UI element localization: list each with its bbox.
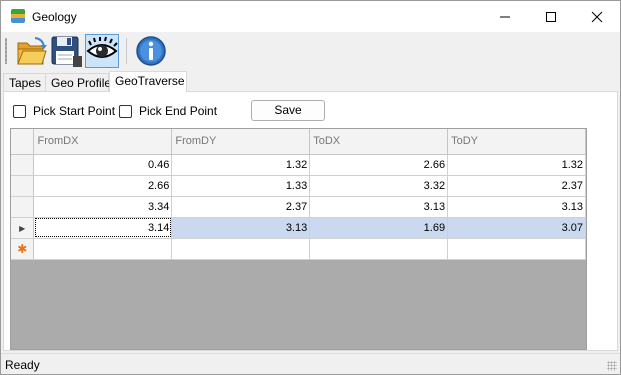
column-header-fromdx[interactable]: FromDX <box>33 129 173 155</box>
minimize-icon <box>500 16 510 18</box>
tab-tapes[interactable]: Tapes <box>3 73 46 92</box>
close-button[interactable] <box>574 1 620 32</box>
pick-end-checkbox-box[interactable] <box>119 104 132 118</box>
cell-fromdx[interactable]: 0.46 <box>33 154 173 176</box>
minimize-button[interactable] <box>482 1 528 32</box>
column-header-fromdy[interactable]: FromDY <box>171 129 311 155</box>
grid-table: FromDX FromDY ToDX ToDY 0.46 1.32 2.66 1… <box>11 129 586 260</box>
pick-start-checkbox-box[interactable] <box>13 104 26 118</box>
new-row[interactable]: ✱ <box>11 238 586 260</box>
info-icon <box>136 36 166 66</box>
cell-todx[interactable]: 1.69 <box>309 217 449 239</box>
cell-todx[interactable]: 2.66 <box>309 154 449 176</box>
toolbar <box>1 32 620 70</box>
status-text: Ready <box>5 358 40 372</box>
tab-strip: Tapes Geo Profile GeoTraverse <box>1 70 620 92</box>
cell-fromdx[interactable]: 2.66 <box>33 175 173 197</box>
cell-fromdx[interactable]: 3.14 <box>33 217 173 239</box>
cell-fromdx[interactable]: 3.34 <box>33 196 173 218</box>
window-title: Geology <box>32 10 77 24</box>
row-header-current[interactable]: ▶ <box>11 217 35 239</box>
toolbar-separator <box>126 38 127 64</box>
pick-end-point-label: Pick End Point <box>139 104 218 118</box>
new-cell-tody[interactable] <box>447 238 586 260</box>
close-icon <box>591 11 603 23</box>
info-button[interactable] <box>134 34 168 68</box>
cell-fromdy[interactable]: 2.37 <box>171 196 311 218</box>
toolbar-grip[interactable] <box>5 38 7 64</box>
geology-layers-icon <box>11 9 25 23</box>
column-header-todx[interactable]: ToDX <box>309 129 449 155</box>
cell-tody[interactable]: 3.07 <box>447 217 586 239</box>
new-cell-fromdy[interactable] <box>171 238 311 260</box>
resize-grip-icon[interactable] <box>607 361 617 371</box>
cell-todx[interactable]: 3.32 <box>309 175 449 197</box>
row-header[interactable] <box>11 196 35 218</box>
maximize-button[interactable] <box>528 1 574 32</box>
cell-todx[interactable]: 3.13 <box>309 196 449 218</box>
traverse-data-grid[interactable]: FromDX FromDY ToDX ToDY 0.46 1.32 2.66 1… <box>10 128 587 350</box>
view-button[interactable] <box>85 34 119 68</box>
pick-end-point-checkbox[interactable]: Pick End Point <box>119 104 217 118</box>
status-bar: Ready <box>1 353 620 374</box>
new-cell-todx[interactable] <box>309 238 449 260</box>
new-row-star-icon: ✱ <box>17 241 28 256</box>
table-row-selected[interactable]: ▶ 3.14 3.13 1.69 3.07 <box>11 217 586 239</box>
geotraverse-tab-page: Pick Start Point Pick End Point Save Fro… <box>3 91 618 351</box>
grid-header-row: FromDX FromDY ToDX ToDY <box>11 129 586 155</box>
title-bar: Geology <box>1 1 620 32</box>
save-toolbar-button[interactable] <box>49 34 83 68</box>
row-header[interactable] <box>11 154 35 176</box>
cell-fromdy[interactable]: 1.33 <box>171 175 311 197</box>
table-row[interactable]: 0.46 1.32 2.66 1.32 <box>11 154 586 176</box>
cell-tody[interactable]: 3.13 <box>447 196 586 218</box>
column-header-tody[interactable]: ToDY <box>447 129 586 155</box>
save-button[interactable]: Save <box>251 100 325 121</box>
eye-icon <box>86 36 118 58</box>
cell-fromdy[interactable]: 3.13 <box>171 217 311 239</box>
cell-tody[interactable]: 1.32 <box>447 154 586 176</box>
row-header-new[interactable]: ✱ <box>11 238 35 260</box>
pick-start-point-label: Pick Start Point <box>33 104 116 118</box>
table-row[interactable]: 2.66 1.33 3.32 2.37 <box>11 175 586 197</box>
app-window: Geology Tapes Geo Profile GeoTraverse Pi… <box>0 0 621 375</box>
table-row[interactable]: 3.34 2.37 3.13 3.13 <box>11 196 586 218</box>
tab-geo-profile[interactable]: Geo Profile <box>45 73 111 92</box>
open-folder-icon <box>17 37 47 65</box>
cell-fromdy[interactable]: 1.32 <box>171 154 311 176</box>
grid-corner-header[interactable] <box>11 129 35 155</box>
floppy-disk-icon <box>51 36 82 67</box>
new-cell-fromdx[interactable] <box>33 238 173 260</box>
tab-geotraverse[interactable]: GeoTraverse <box>109 71 187 92</box>
pick-start-point-checkbox[interactable]: Pick Start Point <box>13 104 115 118</box>
open-button[interactable] <box>15 34 49 68</box>
current-row-arrow-icon: ▶ <box>19 223 26 233</box>
cell-tody[interactable]: 2.37 <box>447 175 586 197</box>
row-header[interactable] <box>11 175 35 197</box>
maximize-icon <box>546 12 556 22</box>
